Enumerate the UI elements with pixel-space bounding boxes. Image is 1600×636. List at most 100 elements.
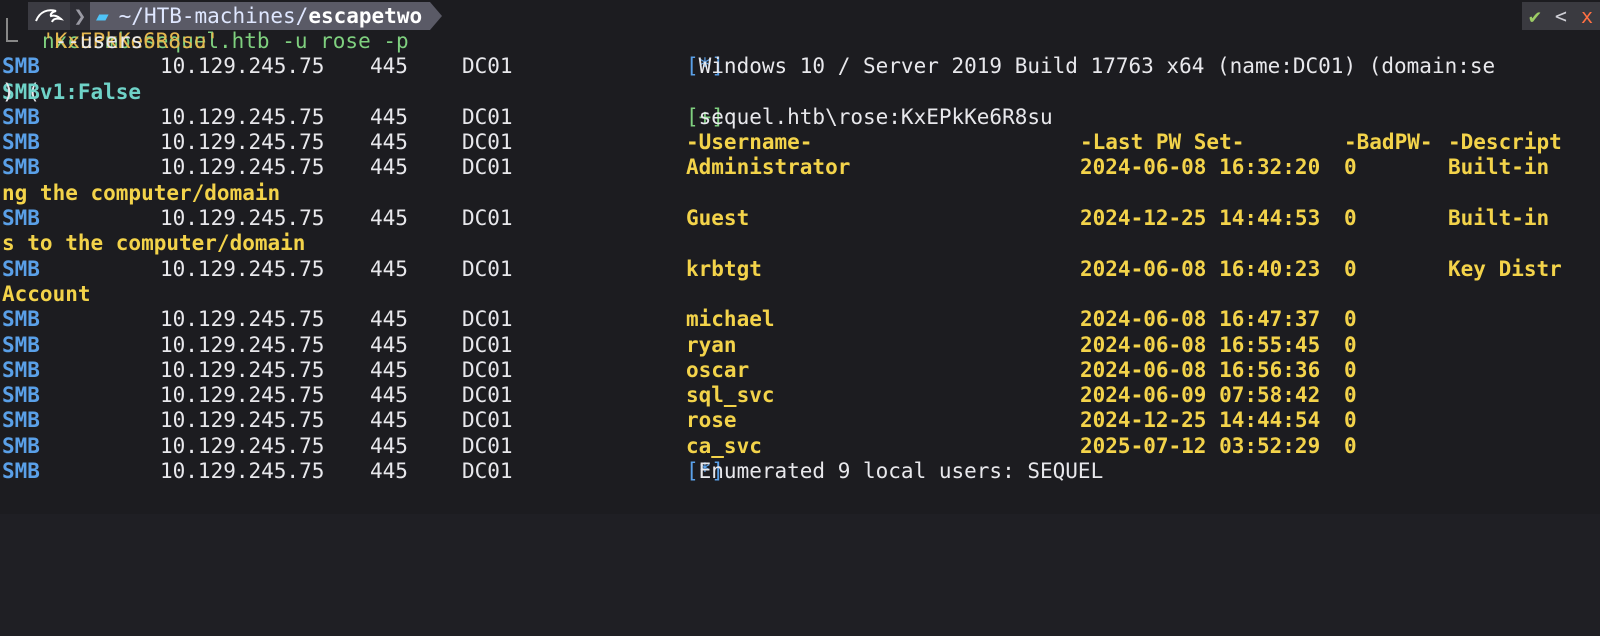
- ip: 10.129.245.75: [160, 307, 325, 332]
- ip: 10.129.245.75: [160, 256, 325, 281]
- table-row: SMB 10.129.245.75 445 DC01 krbtgt 2024-06-08 …: [0, 257, 1600, 282]
- port: 445: [370, 155, 408, 180]
- last-pw-set: 2025-07-12 03:52:29: [1080, 433, 1321, 458]
- port: 445: [370, 332, 408, 357]
- column-description: -Descript: [1448, 130, 1562, 155]
- terminal-output[interactable]: nxc smb sequel.htb -u rose -p 'KxEPkKe6R…: [0, 29, 1600, 484]
- summary-line: SMB 10.129.245.75 445 DC01 [*] Enumerate…: [0, 459, 1600, 484]
- table-row: SMB 10.129.245.75 445 DC01 ryan 2024-06-08 16…: [0, 333, 1600, 358]
- ip: 10.129.245.75: [160, 357, 325, 382]
- username: sql_svc: [686, 383, 775, 408]
- username: Administrator: [686, 155, 851, 180]
- prompt-status: ✔ < x: [1521, 2, 1600, 30]
- proto: SMB: [2, 332, 40, 357]
- ip: 10.129.245.75: [160, 459, 325, 484]
- table-row-continuation: Account: [0, 282, 1600, 307]
- host: DC01: [462, 307, 513, 332]
- table-header-row: SMB 10.129.245.75 445 DC01 -Username- -L…: [0, 130, 1600, 155]
- last-pw-set: 2024-06-08 16:47:37: [1080, 307, 1321, 332]
- smbv1-flag: SMBv1:False: [2, 79, 142, 104]
- port: 445: [370, 54, 408, 79]
- proto: SMB: [2, 155, 40, 180]
- ip: 10.129.245.75: [160, 383, 325, 408]
- username: ca_svc: [686, 433, 762, 458]
- ip: 10.129.245.75: [160, 206, 325, 231]
- badpw: 0: [1344, 357, 1357, 382]
- proto: SMB: [2, 459, 40, 484]
- table-row: SMB 10.129.245.75 445 DC01 sql_svc 2024-06-09…: [0, 383, 1600, 408]
- proto: SMB: [2, 130, 40, 155]
- output-line-continuation: ) (SMBv1:False): [0, 80, 1600, 105]
- check-icon: ✔: [1528, 4, 1541, 28]
- ip: 10.129.245.75: [160, 104, 325, 129]
- username: krbtgt: [686, 256, 762, 281]
- host: DC01: [462, 155, 513, 180]
- close-icon: x: [1580, 4, 1593, 28]
- badpw: 0: [1344, 155, 1357, 180]
- last-pw-set: 2024-06-08 16:56:36: [1080, 357, 1321, 382]
- host: DC01: [462, 206, 513, 231]
- description-continuation: s to the computer/domain: [2, 231, 306, 256]
- info-message: Windows 10 / Server 2019 Build 17763 x64…: [686, 54, 1496, 79]
- proto: SMB: [2, 104, 40, 129]
- host: DC01: [462, 357, 513, 382]
- username: Guest: [686, 206, 750, 231]
- badpw: 0: [1344, 433, 1357, 458]
- command-line[interactable]: nxc smb sequel.htb -u rose -p 'KxEPkKe6R…: [0, 29, 1600, 54]
- folder-icon: ▰: [96, 4, 109, 28]
- badpw: 0: [1344, 307, 1357, 332]
- badpw: 0: [1344, 256, 1357, 281]
- user-table: SMB 10.129.245.75 445 DC01 Administrator 2024…: [0, 155, 1600, 459]
- badpw: 0: [1344, 206, 1357, 231]
- proto: SMB: [2, 206, 40, 231]
- host: DC01: [462, 54, 513, 79]
- port: 445: [370, 357, 408, 382]
- username: michael: [686, 307, 775, 332]
- prompt-path: ▰ ~/HTB-machines/escapetwo: [90, 2, 431, 30]
- table-row: SMB 10.129.245.75 445 DC01 rose 2024-12-25 14…: [0, 408, 1600, 433]
- badpw: 0: [1344, 383, 1357, 408]
- username: oscar: [686, 357, 750, 382]
- last-pw-set: 2024-12-25 14:44:54: [1080, 408, 1321, 433]
- host: DC01: [462, 383, 513, 408]
- port: 445: [370, 307, 408, 332]
- proto: SMB: [2, 256, 40, 281]
- port: 445: [370, 104, 408, 129]
- column-badpw: -BadPW-: [1344, 130, 1433, 155]
- prompt-arrow: [430, 2, 443, 30]
- table-row: SMB 10.129.245.75 445 DC01 Administrator 2024…: [0, 155, 1600, 180]
- column-username: -Username-: [686, 130, 813, 155]
- path-prefix: ~/HTB-machines/: [118, 4, 309, 28]
- auth-message: sequel.htb\rose:KxEPkKe6R8su: [686, 104, 1053, 129]
- badpw: 0: [1344, 408, 1357, 433]
- last-pw-set: 2024-06-08 16:55:45: [1080, 332, 1321, 357]
- table-row: SMB 10.129.245.75 445 DC01 Guest 2024-12-25 1…: [0, 206, 1600, 231]
- host: DC01: [462, 433, 513, 458]
- kali-dragon-icon: [28, 2, 70, 30]
- proto: SMB: [2, 383, 40, 408]
- description-continuation: Account: [2, 281, 91, 306]
- port: 445: [370, 206, 408, 231]
- proto: SMB: [2, 357, 40, 382]
- chevron-left-icon: <: [1554, 4, 1567, 28]
- description: Built-in: [1448, 206, 1550, 231]
- port: 445: [370, 408, 408, 433]
- host: DC01: [462, 459, 513, 484]
- ip: 10.129.245.75: [160, 433, 325, 458]
- table-row: SMB 10.129.245.75 445 DC01 ca_svc 2025-07-12 …: [0, 434, 1600, 459]
- username: ryan: [686, 332, 737, 357]
- ip: 10.129.245.75: [160, 332, 325, 357]
- last-pw-set: 2024-12-25 14:44:53: [1080, 206, 1321, 231]
- proto: SMB: [2, 433, 40, 458]
- command-flag: --users: [42, 29, 144, 53]
- host: DC01: [462, 332, 513, 357]
- ip: 10.129.245.75: [160, 155, 325, 180]
- proto: SMB: [2, 307, 40, 332]
- prompt-bar: ❯ ▰ ~/HTB-machines/escapetwo: [28, 2, 443, 30]
- path-leaf: escapetwo: [308, 4, 423, 28]
- last-pw-set: 2024-06-08 16:40:23: [1080, 256, 1321, 281]
- host: DC01: [462, 130, 513, 155]
- description: Key Distr: [1448, 256, 1562, 281]
- terminal-window[interactable]: ❯ ▰ ~/HTB-machines/escapetwo ✔ < x nxc s…: [0, 0, 1600, 514]
- cont-close: ): [2, 79, 15, 104]
